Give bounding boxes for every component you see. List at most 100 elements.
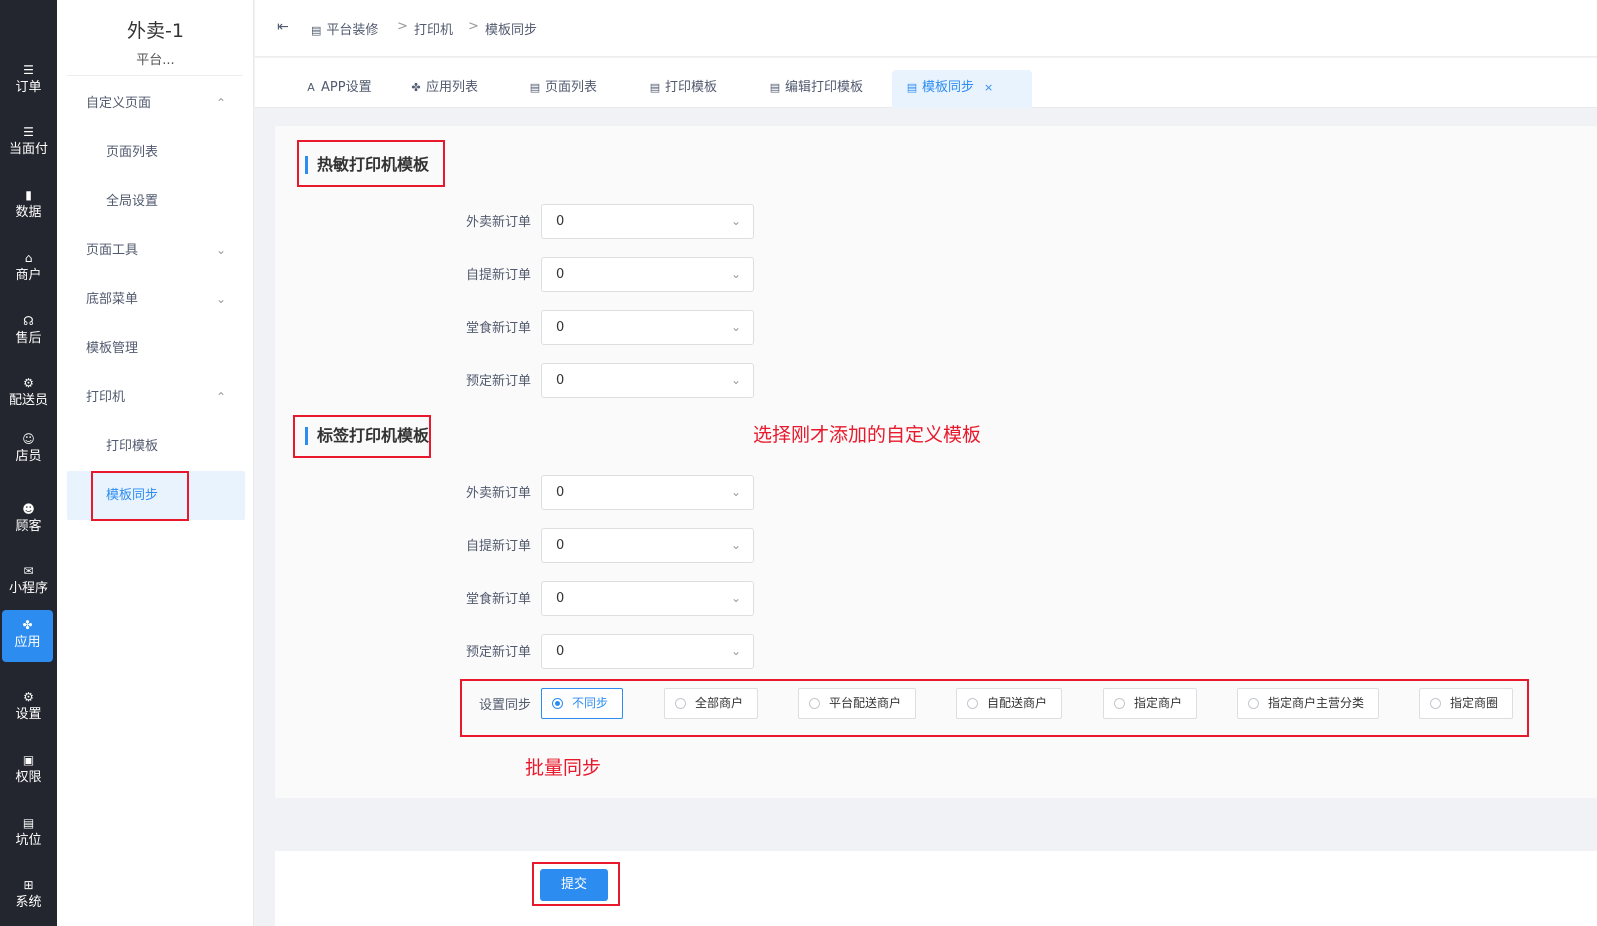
radio-self-delivery[interactable]: 自配送商户 [956, 688, 1063, 719]
chevron-down-icon: ⌄ [730, 373, 741, 387]
radio-business-district[interactable]: 指定商圈 [1419, 688, 1514, 719]
rail-item-after-sales[interactable]: ☊ 售后 [0, 306, 57, 358]
field-label: 外卖新订单 [465, 215, 531, 230]
select-value: 0 [556, 320, 565, 335]
storage-icon: ▤ [529, 81, 541, 94]
breadcrumb-item[interactable]: 打印机 [414, 19, 453, 38]
thermal-reservation-select[interactable]: 0 ⌄ [541, 363, 754, 398]
rail-item-clerks[interactable]: ☺ 店员 [0, 424, 57, 476]
rail-item-face-pay[interactable]: ☰ 当面付 [0, 117, 57, 169]
thermal-takeout-select[interactable]: 0 ⌄ [541, 204, 754, 239]
thermal-dinein-select[interactable]: 0 ⌄ [541, 310, 754, 345]
chevron-up-icon: ⌃ [215, 390, 226, 404]
select-value: 0 [556, 485, 565, 500]
radio-dot [1114, 698, 1125, 709]
select-value: 0 [556, 538, 565, 553]
scooter-icon: ⚙ [23, 376, 34, 390]
menu-print-template[interactable]: 打印模板 [57, 422, 254, 471]
radio-merchant-category[interactable]: 指定商户主营分类 [1237, 688, 1380, 719]
wechat-icon: ✉ [23, 564, 34, 578]
user-settings-icon: ⚙ [23, 690, 34, 704]
lock-icon: ▣ [22, 753, 35, 767]
tab-page-list[interactable]: ▤ 页面列表 [515, 70, 611, 108]
rail-label: 应用 [14, 635, 41, 650]
thermal-template-title: 热敏打印机模板 [305, 156, 429, 174]
radio-label: 全部商户 [695, 696, 744, 710]
radio-dot [1430, 698, 1441, 709]
menu-global-settings[interactable]: 全局设置 [57, 177, 254, 226]
radio-dot [552, 698, 563, 709]
tab-app-list[interactable]: ✤ 应用列表 [396, 70, 492, 108]
menu-label: 模板管理 [86, 341, 139, 356]
chevron-down-icon: ⌄ [730, 591, 741, 605]
rail-item-orders[interactable]: ☰ 订单 [0, 55, 57, 107]
tab-app-settings[interactable]: A APP设置 [291, 70, 386, 108]
label-dinein-select[interactable]: 0 ⌄ [541, 581, 754, 616]
rail-item-system[interactable]: ⊞ 系统 [0, 870, 57, 922]
tab-template-sync[interactable]: ▤ 模板同步 × [892, 70, 1032, 108]
storage-icon: ▤ [906, 81, 918, 94]
chevron-down-icon: ⌄ [730, 538, 741, 552]
rail-item-settings[interactable]: ⚙ 设置 [0, 682, 57, 734]
rail-label: 设置 [15, 707, 42, 722]
rail-label: 小程序 [8, 581, 48, 596]
radio-no-sync[interactable]: 不同步 [541, 688, 624, 719]
rail-label: 系统 [15, 895, 42, 910]
annotation-select-custom: 选择刚才添加的自定义模板 [753, 424, 982, 446]
select-value: 0 [556, 267, 565, 282]
menu-custom-pages[interactable]: 自定义页面 ⌃ [57, 79, 254, 128]
rail-label: 顾客 [15, 519, 42, 534]
rail-item-permissions[interactable]: ▣ 权限 [0, 745, 57, 797]
label-takeout-select[interactable]: 0 ⌄ [541, 475, 754, 510]
report-icon: ▤ [22, 816, 35, 830]
rail-item-apps[interactable]: ✤ 应用 [2, 610, 53, 662]
field-label: 自提新订单 [465, 539, 531, 554]
field-label: 预定新订单 [465, 645, 531, 660]
rail-item-customers[interactable]: ☻ 顾客 [0, 494, 57, 546]
rail-label: 订单 [15, 80, 42, 95]
chevron-down-icon: ⌄ [730, 485, 741, 499]
label-pickup-select[interactable]: 0 ⌄ [541, 528, 754, 563]
storage-icon: ▤ [769, 81, 781, 94]
chevron-down-icon: ⌄ [730, 267, 741, 281]
sync-label: 设置同步 [478, 698, 531, 713]
storage-icon: ▤ [311, 24, 322, 37]
radio-specified-merchant[interactable]: 指定商户 [1103, 688, 1198, 719]
radio-dot [675, 698, 686, 709]
rail-item-slots[interactable]: ▤ 坑位 [0, 808, 57, 860]
breadcrumb-item[interactable]: ▤ 平台装修 [311, 19, 378, 38]
rail-item-merchants[interactable]: ⌂ 商户 [0, 243, 57, 295]
apps-icon: ✤ [22, 618, 33, 632]
store-icon: ⌂ [24, 251, 33, 265]
collapse-sidebar-icon[interactable]: ⇤ [277, 19, 289, 35]
footer-bar [275, 851, 1597, 926]
select-value: 0 [556, 214, 565, 229]
rail-item-couriers[interactable]: ⚙ 配送员 [0, 368, 57, 420]
tab-label: 编辑打印模板 [785, 80, 864, 95]
radio-label: 指定商圈 [1450, 696, 1499, 710]
menu-page-tools[interactable]: 页面工具 ⌄ [57, 226, 254, 275]
tab-label: 模板同步 [922, 80, 975, 95]
tab-label: APP设置 [321, 80, 372, 95]
menu-page-list[interactable]: 页面列表 [57, 128, 254, 177]
radio-all-merchants[interactable]: 全部商户 [664, 688, 759, 719]
rail-label: 当面付 [8, 142, 48, 157]
headset-icon: ☊ [23, 314, 34, 328]
radio-platform-delivery[interactable]: 平台配送商户 [798, 688, 917, 719]
menu-printer[interactable]: 打印机 ⌃ [57, 373, 254, 422]
select-value: 0 [556, 644, 565, 659]
rail-label: 商户 [15, 268, 42, 283]
tab-edit-print-template[interactable]: ▤ 编辑打印模板 [755, 70, 877, 108]
rail-item-data[interactable]: ▮ 数据 [0, 180, 57, 232]
radio-dot [809, 698, 820, 709]
app-icon: A [307, 81, 315, 94]
label-reservation-select[interactable]: 0 ⌄ [541, 634, 754, 669]
thermal-pickup-select[interactable]: 0 ⌄ [541, 257, 754, 292]
menu-bottom-menu[interactable]: 底部菜单 ⌄ [57, 275, 254, 324]
rail-label: 店员 [15, 449, 42, 464]
tab-print-template[interactable]: ▤ 打印模板 [635, 70, 731, 108]
rail-item-mini-program[interactable]: ✉ 小程序 [0, 556, 57, 608]
menu-label: 页面工具 [86, 243, 139, 258]
close-icon[interactable]: × [984, 81, 993, 94]
menu-template-management[interactable]: 模板管理 [57, 324, 254, 373]
